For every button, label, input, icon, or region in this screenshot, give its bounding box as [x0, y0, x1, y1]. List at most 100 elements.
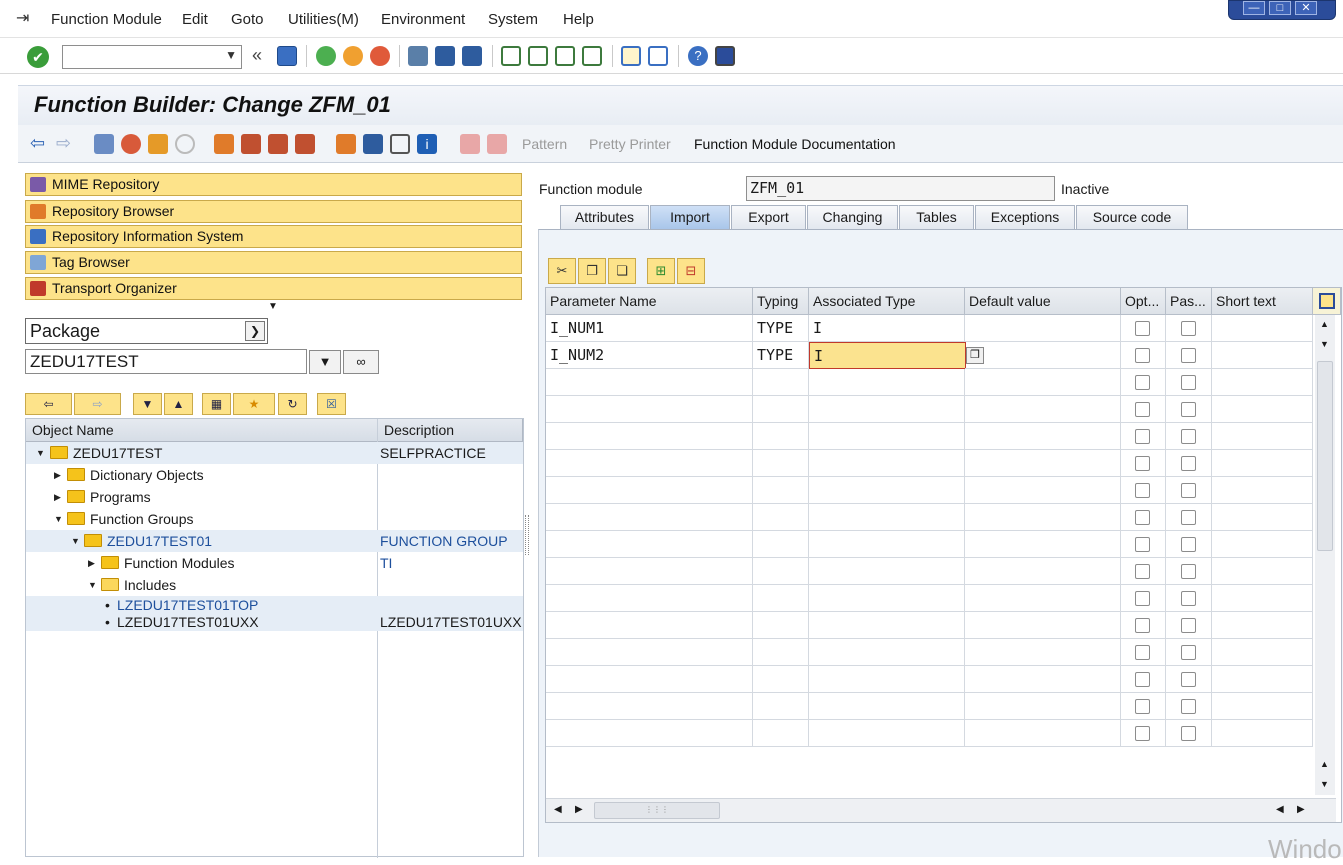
object-list-icon[interactable]	[214, 134, 234, 154]
tab-source-code[interactable]: Source code	[1076, 205, 1188, 229]
empty-cell[interactable]	[965, 666, 1121, 693]
column-header-associated-type[interactable]: Associated Type	[809, 288, 965, 315]
empty-cell[interactable]	[546, 396, 753, 423]
back-arrow-icon[interactable]: ⇦	[30, 133, 45, 154]
tab-tables[interactable]: Tables	[899, 205, 974, 229]
pass-value-checkbox[interactable]	[1181, 456, 1196, 471]
scroll-right-icon[interactable]: ▶	[575, 804, 583, 815]
empty-cell[interactable]	[1212, 396, 1313, 423]
enter-check-icon[interactable]: ✔	[27, 46, 49, 68]
optional-checkbox[interactable]	[1135, 618, 1150, 633]
last-page-icon[interactable]	[582, 46, 602, 66]
refresh-button[interactable]: ↻	[278, 393, 307, 415]
nav-transport-organizer[interactable]: Transport Organizer	[25, 277, 522, 300]
tree-row[interactable]: ▼ ZEDU17TEST SELFPRACTICE	[26, 442, 523, 464]
scroll-right-icon[interactable]: ▶	[1297, 804, 1305, 815]
tab-exceptions[interactable]: Exceptions	[975, 205, 1075, 229]
empty-cell[interactable]	[965, 585, 1121, 612]
find-icon[interactable]	[435, 46, 455, 66]
pass-value-checkbox[interactable]	[1181, 483, 1196, 498]
empty-cell[interactable]	[753, 612, 809, 639]
window-icon[interactable]	[390, 134, 410, 154]
info-icon[interactable]: i	[417, 134, 437, 154]
empty-cell[interactable]	[809, 666, 965, 693]
scroll-down-icon[interactable]: ▼	[1320, 339, 1329, 349]
column-header-pass-value[interactable]: Pas...	[1166, 288, 1212, 315]
empty-cell[interactable]	[546, 585, 753, 612]
print-icon[interactable]	[408, 46, 428, 66]
pass-value-checkbox[interactable]	[1181, 672, 1196, 687]
pass-value-checkbox[interactable]	[1181, 321, 1196, 336]
empty-cell[interactable]	[753, 666, 809, 693]
empty-cell[interactable]	[1212, 720, 1313, 747]
insert-row-button[interactable]: ⊞	[647, 258, 675, 284]
expand-triangle-icon[interactable]: ▶	[54, 486, 61, 508]
empty-cell[interactable]	[809, 531, 965, 558]
nav-repository-browser[interactable]: Repository Browser	[25, 200, 522, 223]
cut-row-button[interactable]: ✂	[548, 258, 576, 284]
chevron-down-icon[interactable]: ❯	[245, 321, 265, 341]
vertical-scrollbar[interactable]: ▲ ▼ ▲ ▼	[1315, 315, 1335, 795]
empty-cell[interactable]	[1212, 639, 1313, 666]
paste-row-button[interactable]: ❏	[608, 258, 636, 284]
optional-checkbox[interactable]	[1135, 537, 1150, 552]
pass-value-checkbox[interactable]	[1181, 510, 1196, 525]
nav-repository-info-system[interactable]: Repository Information System	[25, 225, 522, 248]
empty-cell[interactable]	[546, 558, 753, 585]
tree-header-object-name[interactable]: Object Name	[26, 419, 378, 442]
minimize-icon[interactable]: —	[1243, 1, 1265, 15]
empty-cell[interactable]	[965, 369, 1121, 396]
empty-cell[interactable]	[1212, 612, 1313, 639]
pass-value-checkbox[interactable]	[1181, 375, 1196, 390]
grid-cell[interactable]	[1212, 315, 1313, 342]
empty-cell[interactable]	[546, 666, 753, 693]
tree-row[interactable]: • LZEDU17TEST01UXX LZEDU17TEST01UXX	[26, 614, 523, 631]
collapse-triangle-icon[interactable]: ▼	[54, 508, 63, 530]
copy-row-button[interactable]: ❐	[578, 258, 606, 284]
new-session-icon[interactable]	[621, 46, 641, 66]
empty-cell[interactable]	[965, 720, 1121, 747]
empty-cell[interactable]	[809, 450, 965, 477]
collapse-all-button[interactable]: ▲	[164, 393, 193, 415]
close-browser-button[interactable]: ☒	[317, 393, 346, 415]
typing-cell[interactable]: TYPE	[753, 315, 809, 342]
nav-forward-button[interactable]: ⇨	[74, 393, 121, 415]
scroll-left-icon[interactable]: ◀	[1276, 804, 1284, 815]
empty-cell[interactable]	[965, 477, 1121, 504]
expand-triangle-icon[interactable]: ▶	[54, 464, 61, 486]
empty-cell[interactable]	[753, 369, 809, 396]
stack-icon[interactable]	[363, 134, 383, 154]
empty-cell[interactable]	[809, 477, 965, 504]
close-window-icon[interactable]: ✕	[1295, 1, 1317, 15]
empty-cell[interactable]	[965, 693, 1121, 720]
empty-cell[interactable]	[809, 585, 965, 612]
pass-value-checkbox[interactable]	[1181, 591, 1196, 606]
empty-cell[interactable]	[753, 477, 809, 504]
hierarchy-button[interactable]: ▦	[202, 393, 231, 415]
empty-cell[interactable]	[809, 369, 965, 396]
tree-row[interactable]: ▶ Dictionary Objects	[26, 464, 523, 486]
empty-cell[interactable]	[753, 639, 809, 666]
command-field[interactable]: ▼	[62, 45, 242, 69]
empty-cell[interactable]	[809, 720, 965, 747]
scroll-thumb[interactable]: ⋮⋮⋮	[594, 802, 720, 819]
empty-cell[interactable]	[1212, 504, 1313, 531]
tree-row[interactable]: ▶ Programs	[26, 486, 523, 508]
parameter-name-cell[interactable]: I_NUM2	[546, 342, 753, 369]
empty-cell[interactable]	[965, 558, 1121, 585]
forward-arrow-icon[interactable]: ⇨	[56, 133, 71, 154]
empty-cell[interactable]	[1212, 369, 1313, 396]
menu-environment[interactable]: Environment	[381, 11, 465, 28]
value-help-icon[interactable]: ❐	[966, 347, 984, 364]
tree-header-description[interactable]: Description	[378, 419, 523, 442]
empty-cell[interactable]	[809, 396, 965, 423]
next-page-icon[interactable]	[555, 46, 575, 66]
menu-function-module[interactable]: Function Module	[51, 11, 162, 28]
tab-export[interactable]: Export	[731, 205, 806, 229]
layout-settings-icon[interactable]	[1313, 288, 1341, 315]
display-glasses-button[interactable]: ∞	[343, 350, 379, 374]
default-value-cell[interactable]	[965, 342, 1121, 369]
favorites-button[interactable]: ★	[233, 393, 275, 415]
optional-checkbox[interactable]	[1135, 348, 1150, 363]
scroll-thumb[interactable]	[1317, 361, 1333, 551]
